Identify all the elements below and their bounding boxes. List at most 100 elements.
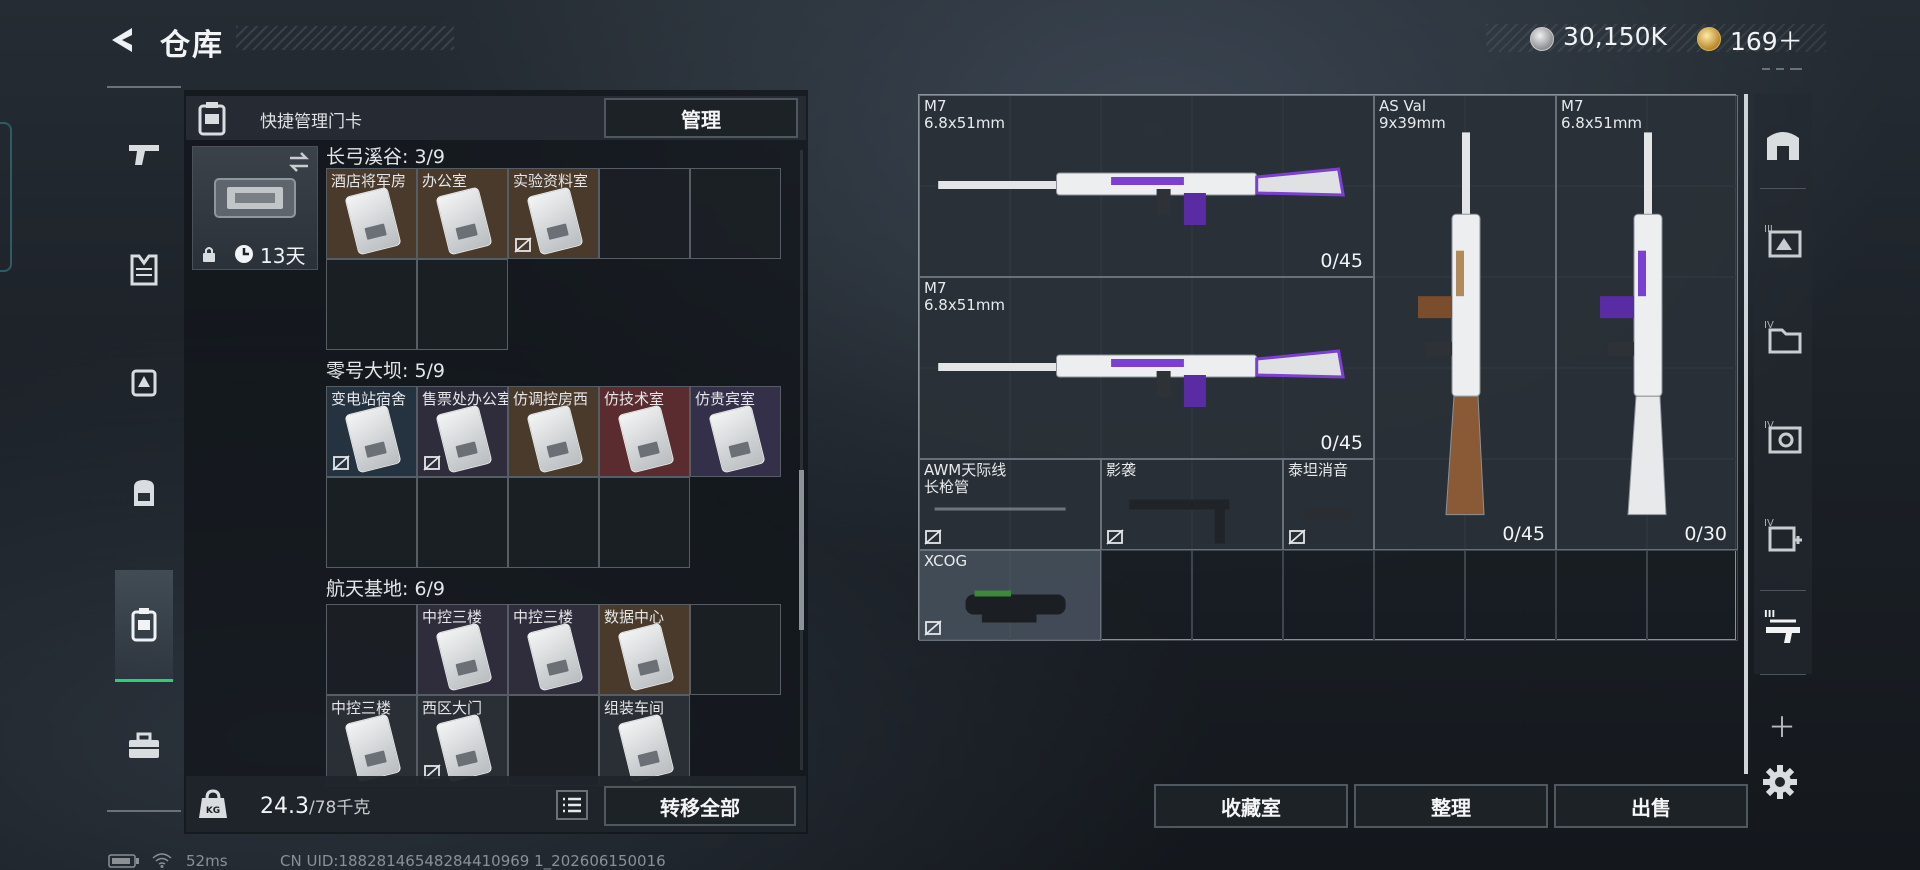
keycard-slot[interactable]: 变电站宿舍 xyxy=(326,386,417,477)
keycard-slot[interactable]: 组装车间 xyxy=(599,695,690,786)
storage-slot[interactable] xyxy=(1647,550,1738,641)
tier4-safe-icon: IV xyxy=(1764,420,1802,454)
keycard-slot[interactable]: 仿贵宾室 xyxy=(690,386,781,477)
keycard-slot xyxy=(599,168,690,259)
keycard-days-left: 13天 xyxy=(260,244,306,268)
manage-button[interactable]: 管理 xyxy=(604,98,798,138)
transfer-all-button[interactable]: 转移全部 xyxy=(604,786,796,826)
page-title: 仓库 xyxy=(160,28,224,63)
storage-item[interactable]: M7 6.8x51mm 0/45 xyxy=(919,277,1374,459)
rail-tab-keycards[interactable] xyxy=(118,598,170,650)
rail-container-iii-1[interactable]: III xyxy=(1758,214,1808,266)
keycard-slot[interactable]: 实验资料室 xyxy=(508,168,599,259)
list-icon xyxy=(563,797,581,813)
storage-slot[interactable] xyxy=(1465,550,1556,641)
storage-room-icon xyxy=(1767,132,1799,160)
no-insurance-icon xyxy=(332,455,350,471)
keycard-label: 数据中心 xyxy=(604,608,665,626)
back-arrow-icon[interactable] xyxy=(104,22,140,58)
quick-manage-label: 快捷管理门卡 xyxy=(260,112,362,132)
battery-icon xyxy=(108,854,139,868)
silver-coin-icon xyxy=(1530,27,1554,51)
user-uid: CN UID:18828146548284410969 1_2026061500… xyxy=(280,852,666,870)
swap-icon[interactable] xyxy=(286,150,312,174)
rail-weapon-rack[interactable]: III xyxy=(1758,600,1808,652)
item-name: 泰坦消音 xyxy=(1288,461,1349,479)
keycard-icon xyxy=(435,713,493,783)
item-name: M7 6.8x51mm xyxy=(924,97,1006,132)
sort-button[interactable]: 整理 xyxy=(1354,784,1548,828)
keycard-icon xyxy=(617,713,675,783)
storage-item[interactable]: 泰坦消音 xyxy=(1283,459,1374,550)
storage-item[interactable]: 影袭 xyxy=(1101,459,1283,550)
rifle-vertical-icon xyxy=(1418,132,1485,516)
keycard-label: 变电站宿舍 xyxy=(331,390,407,408)
keycard-slot[interactable]: 酒店将军房 xyxy=(326,168,417,259)
keycard-label: 售票处办公室 xyxy=(422,390,508,408)
item-name: AWM天际线 长枪管 xyxy=(924,461,1007,496)
keycard-slot[interactable]: 中控三楼 xyxy=(417,604,508,695)
storage-slot[interactable] xyxy=(1374,550,1465,641)
keycard-icon xyxy=(526,186,584,256)
item-name: XCOG xyxy=(924,552,968,570)
storage-slot[interactable] xyxy=(1101,550,1192,641)
keycard-label: 中控三楼 xyxy=(513,608,574,626)
rail-tab-tools[interactable] xyxy=(118,720,170,772)
storage-item[interactable]: M7 6.8x51mm 0/45 xyxy=(919,95,1374,277)
keycard-slot[interactable]: 数据中心 xyxy=(599,604,690,695)
ammo-count: 0/45 xyxy=(1320,432,1363,454)
storage-item[interactable]: XCOG xyxy=(919,550,1101,641)
rail-divider xyxy=(1760,590,1806,591)
rail-tab-armor[interactable] xyxy=(118,244,170,296)
no-insurance-icon xyxy=(1288,529,1306,545)
keycard-slot[interactable]: 仿调控房西 xyxy=(508,386,599,477)
keycard-slot[interactable]: 中控三楼 xyxy=(508,604,599,695)
ping-readout: 52ms xyxy=(186,852,228,870)
storage-item[interactable]: M7 6.8x51mm 0/30 xyxy=(1556,95,1738,550)
rail-container-iv-2[interactable]: IV xyxy=(1758,410,1808,462)
gear-icon[interactable] xyxy=(1762,764,1798,800)
silver-currency-amount[interactable]: 30,150K xyxy=(1563,22,1667,51)
gold-currency-amount[interactable]: 169＋ xyxy=(1730,22,1803,58)
keycard-icon xyxy=(526,622,584,692)
rail-tab-backpack[interactable] xyxy=(118,466,170,518)
keycard-label: 实验资料室 xyxy=(513,172,589,190)
storage-slot[interactable] xyxy=(1283,550,1374,641)
rail-storage-room[interactable] xyxy=(1758,118,1808,170)
no-insurance-icon xyxy=(924,620,942,636)
no-insurance-icon xyxy=(1106,529,1124,545)
rail-divider xyxy=(1760,188,1806,189)
toolbox-icon xyxy=(129,732,159,758)
keycard-label: 酒店将军房 xyxy=(331,172,407,190)
storage-slot[interactable] xyxy=(1192,550,1283,641)
keycard-label: 中控三楼 xyxy=(422,608,483,626)
keycard-slot[interactable]: 中控三楼 xyxy=(326,695,417,786)
keycard-slot[interactable]: 办公室 xyxy=(417,168,508,259)
collection-room-button[interactable]: 收藏室 xyxy=(1154,784,1348,828)
rail-container-iv-1[interactable]: IV xyxy=(1758,310,1808,362)
add-container-button[interactable]: ＋ xyxy=(1764,706,1800,746)
keycard-scrollbar-thumb[interactable] xyxy=(799,470,804,630)
rail-tab-rig[interactable] xyxy=(118,356,170,408)
keycard-slot[interactable]: 售票处办公室 xyxy=(417,386,508,477)
rail-container-iv-3[interactable]: IV xyxy=(1758,508,1808,560)
category-rail xyxy=(107,86,181,812)
storage-item[interactable]: AS Val 9x39mm 0/45 xyxy=(1374,95,1556,550)
keycard-label: 组装车间 xyxy=(604,699,665,717)
container-rail xyxy=(1754,94,1812,674)
storage-item[interactable]: AWM天际线 长枪管 xyxy=(919,459,1101,550)
title-decoration xyxy=(236,26,454,50)
keycard-scrollbar-track[interactable] xyxy=(800,150,803,770)
keycard-slot[interactable]: 西区大门 xyxy=(417,695,508,786)
rail-tab-weapons[interactable] xyxy=(118,128,170,180)
keycard-slot[interactable]: 仿技术室 xyxy=(599,386,690,477)
storage-scrollbar[interactable] xyxy=(1744,94,1748,774)
list-view-button[interactable] xyxy=(556,790,588,820)
storage-items: M7 6.8x51mm 0/45 M7 6.8x51mm 0/45 AS Val 9x3… xyxy=(918,94,1738,641)
storage-slot[interactable] xyxy=(1556,550,1647,641)
side-panel-handle[interactable] xyxy=(0,122,12,272)
keycard-icon xyxy=(435,186,493,256)
sell-button[interactable]: 出售 xyxy=(1554,784,1748,828)
ammo-count: 0/45 xyxy=(1502,523,1545,545)
rail-divider xyxy=(1760,674,1806,675)
